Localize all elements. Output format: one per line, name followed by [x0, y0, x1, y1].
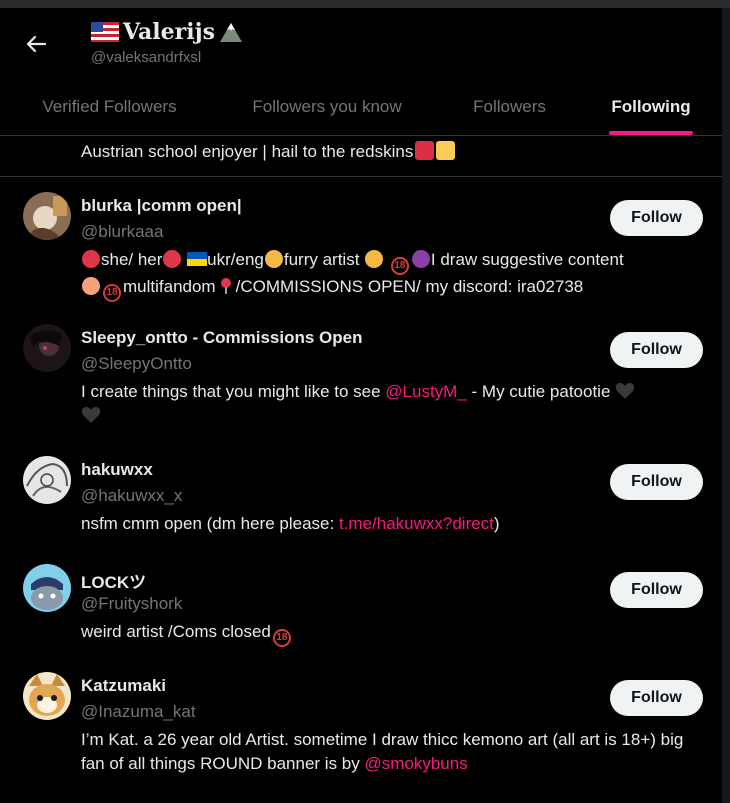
no-under-18-icon: 18 [103, 284, 121, 302]
mountain-icon [219, 23, 242, 42]
user-name[interactable]: blurka |comm open| [81, 196, 242, 216]
tab-following[interactable]: Following [597, 78, 705, 135]
follow-tabs: Verified Followers Followers you know Fo… [0, 78, 722, 135]
arrow-left-icon [26, 35, 47, 53]
tab-label: Followers you know [252, 96, 402, 116]
user-bio: weird artist /Coms closed 18 [81, 620, 706, 647]
bio-text: Austrian school enjoyer | hail to the re… [81, 142, 414, 161]
strawberry-icon [82, 250, 100, 268]
bio-text: /COMMISSIONS OPEN/ my discord: ira02738 [235, 277, 584, 296]
profile-title: Valerijs [91, 19, 243, 45]
avatar[interactable] [23, 456, 71, 504]
user-bio: she/ her ukr/eng furry artist 18 I draw su… [81, 248, 706, 302]
user-row-katzumaki[interactable]: Katzumaki @Inazuma_kat Follow I’m Kat. a… [0, 656, 722, 803]
bio-text: - My cutie patootie [466, 382, 611, 401]
bio-text: nsfm cmm open (dm here please: [81, 514, 339, 533]
user-name[interactable]: Sleepy_ontto - Commissions Open [81, 328, 363, 348]
eggplant-icon [411, 250, 430, 268]
profile-name: Valerijs [123, 19, 215, 45]
avatar-image [23, 192, 71, 240]
follow-button[interactable]: Follow [610, 572, 703, 608]
no-under-18-icon: 18 [390, 257, 409, 275]
user-row-sleepyontto[interactable]: Sleepy_ontto - Commissions Open @SleepyO… [0, 308, 722, 440]
follow-button[interactable]: Follow [610, 464, 703, 500]
bio-text: multifandom [123, 277, 216, 296]
tab-label: Verified Followers [42, 96, 177, 116]
user-row-lock[interactable]: LOCKツ @Fruityshork Follow weird artist /… [0, 548, 722, 656]
bio-text: ukr/eng [207, 250, 264, 269]
cat-face-icon [365, 250, 384, 268]
tab-verified-followers[interactable]: Verified Followers [22, 78, 197, 135]
tab-label: Followers [473, 96, 546, 116]
browser-top-strip [0, 0, 730, 8]
peach-icon [82, 277, 100, 295]
strawberry-icon [163, 250, 182, 268]
no-under-18-icon: 18 [272, 629, 291, 647]
user-handle[interactable]: @hakuwxx_x [81, 486, 182, 506]
user-name[interactable]: Katzumaki [81, 676, 166, 696]
bio-text: she/ her [101, 250, 163, 269]
back-button[interactable] [20, 28, 52, 60]
tab-followers[interactable]: Followers [456, 78, 563, 135]
avatar[interactable] [23, 564, 71, 612]
mention-link[interactable]: @smokybuns [364, 754, 467, 773]
mention-link[interactable]: @LustyM_ [385, 382, 467, 401]
bio-text: I create things that you might like to s… [81, 382, 386, 401]
user-name[interactable]: LOCKツ [81, 568, 146, 593]
avatar[interactable] [23, 672, 71, 720]
bio-text: furry artist [283, 250, 360, 269]
avatar-image [23, 564, 71, 612]
following-list: Austrian school enjoyer | hail to the re… [0, 136, 722, 803]
user-bio: I’m Kat. a 26 year old Artist. sometime … [81, 728, 706, 776]
black-heart-icon [615, 382, 635, 399]
profile-handle: @valeksandrfxsl [91, 49, 202, 66]
avatar-image [23, 456, 71, 504]
user-handle[interactable]: @Fruityshork [81, 594, 182, 614]
user-handle[interactable]: @blurkaaa [81, 222, 163, 242]
follow-button[interactable]: Follow [610, 680, 703, 716]
yellow-square-icon [436, 141, 456, 160]
user-bio: I create things that you might like to s… [81, 380, 706, 428]
user-row-blurka[interactable]: blurka |comm open| @blurkaaa Follow she/… [0, 176, 722, 308]
bio-text: ) [493, 514, 500, 533]
us-flag-icon [91, 22, 119, 42]
user-name[interactable]: hakuwxx [81, 460, 153, 480]
follow-button[interactable]: Follow [610, 332, 703, 368]
black-heart-icon [81, 406, 101, 423]
avatar-image [23, 324, 71, 372]
user-handle[interactable]: @Inazuma_kat [81, 702, 196, 722]
follow-button[interactable]: Follow [610, 200, 703, 236]
red-square-icon [415, 141, 435, 160]
avatar[interactable] [23, 192, 71, 240]
profile-header: Valerijs @valeksandrfxsl Verified Follow… [0, 8, 722, 136]
scrollbar-track[interactable] [722, 8, 730, 803]
avatar-image [23, 672, 71, 720]
bio-text: I draw suggestive content [430, 250, 624, 269]
avatar[interactable] [23, 324, 71, 372]
user-bio: nsfm cmm open (dm here please: t.me/haku… [81, 512, 706, 536]
user-handle[interactable]: @SleepyOntto [81, 354, 192, 374]
tab-followers-you-know[interactable]: Followers you know [232, 78, 422, 135]
pushpin-icon [220, 278, 231, 294]
tab-label: Following [611, 96, 691, 116]
ukraine-flag-icon [187, 252, 208, 266]
partial-bio: Austrian school enjoyer | hail to the re… [81, 140, 706, 164]
url-link[interactable]: t.me/hakuwxx?direct [339, 514, 494, 533]
user-row-hakuwxx[interactable]: hakuwxx @hakuwxx_x Follow nsfm cmm open … [0, 440, 722, 548]
cat-face-icon [264, 250, 283, 268]
bio-text: weird artist /Coms closed [81, 622, 271, 641]
